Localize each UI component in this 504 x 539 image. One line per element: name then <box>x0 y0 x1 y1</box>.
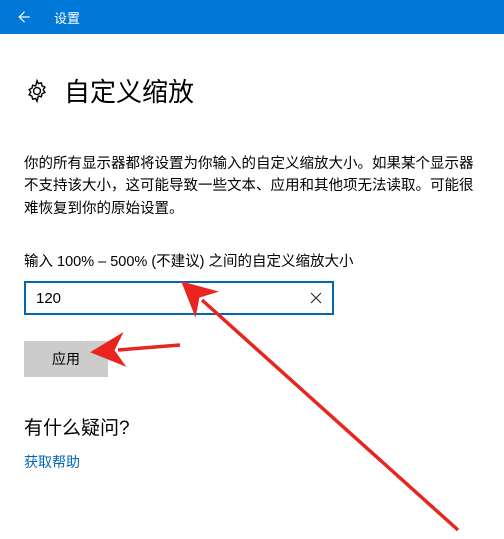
content-area: 自定义缩放 你的所有显示器都将设置为你输入的自定义缩放大小。如果某个显示器不支持… <box>0 34 504 472</box>
header-title: 设置 <box>54 8 80 27</box>
get-help-link[interactable]: 获取帮助 <box>24 452 480 472</box>
title-bar: 设置 <box>0 0 504 34</box>
description-text: 你的所有显示器都将设置为你输入的自定义缩放大小。如果某个显示器不支持该大小，这可… <box>24 153 480 220</box>
close-icon <box>310 292 322 304</box>
back-arrow-icon <box>14 8 32 26</box>
apply-button[interactable]: 应用 <box>24 341 108 377</box>
help-heading: 有什么疑问? <box>24 413 480 440</box>
scale-input-container <box>24 281 334 315</box>
title-row: 自定义缩放 <box>24 72 480 109</box>
clear-input-button[interactable] <box>300 283 332 313</box>
scale-input[interactable] <box>26 283 332 313</box>
page-title: 自定义缩放 <box>64 72 194 109</box>
gear-icon <box>24 78 50 104</box>
scale-input-label: 输入 100% – 500% (不建议) 之间的自定义缩放大小 <box>24 250 480 271</box>
back-button[interactable] <box>0 0 46 34</box>
